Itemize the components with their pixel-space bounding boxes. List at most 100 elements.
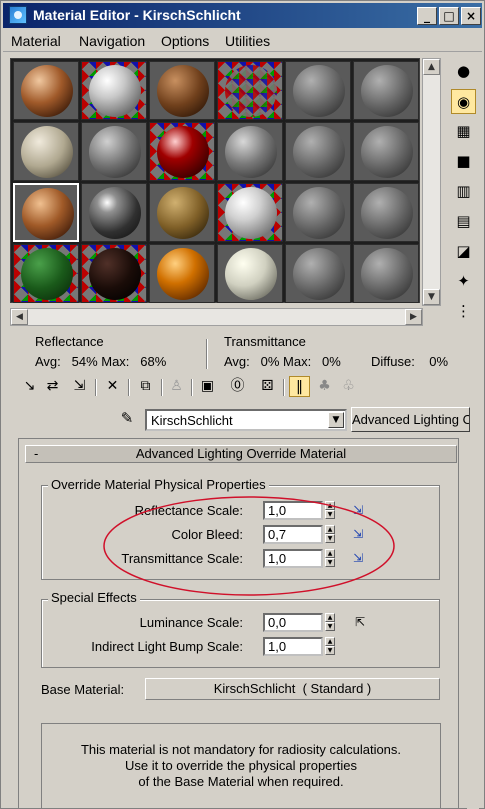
indirect-light-bump-spinner[interactable]: ▲ ▼ — [325, 637, 335, 656]
toolbar-separator — [128, 379, 130, 396]
go-to-parent-icon[interactable]: ♣ — [314, 376, 335, 397]
physical-properties-title: Override Material Physical Properties — [48, 477, 269, 492]
sample-slot[interactable] — [13, 122, 79, 181]
title-bar[interactable]: Material Editor - KirschSchlicht _ □ × — [3, 3, 482, 28]
luminance-scale-field[interactable]: 0,0 — [263, 613, 323, 632]
put-to-library-icon[interactable]: ▣ — [197, 376, 218, 397]
base-material-button[interactable]: KirschSchlicht ( Standard ) — [145, 678, 440, 700]
assign-to-selection-icon[interactable]: ⇲ — [69, 376, 90, 397]
material-editor-window: Material Editor - KirschSchlicht _ □ × M… — [0, 0, 485, 809]
maximize-button[interactable]: □ — [439, 7, 459, 25]
sample-slots-grid — [10, 58, 420, 303]
slots-vertical-scrollbar[interactable]: ▲ ▼ — [422, 58, 441, 306]
rollout-title: Advanced Lighting Override Material — [135, 446, 347, 461]
base-material-value: KirschSchlicht ( Standard ) — [213, 681, 372, 696]
scroll-right-icon[interactable]: ▶ — [405, 309, 422, 325]
material-id-icon[interactable]: ⓪ — [227, 376, 248, 397]
map-button-icon[interactable]: ⇱ — [350, 614, 370, 631]
sample-slot[interactable] — [13, 244, 79, 303]
info-text-line: of the Base Material when required. — [138, 774, 344, 789]
make-unique-icon[interactable]: ♙ — [166, 376, 187, 397]
sample-slot-selected[interactable] — [13, 183, 79, 242]
menu-options[interactable]: Options — [161, 33, 209, 49]
window-title: Material Editor - KirschSchlicht — [33, 7, 241, 23]
reset-icon[interactable]: ✕ — [102, 376, 123, 397]
make-copy-icon[interactable]: ⧉ — [135, 376, 156, 397]
material-name-value: KirschSchlicht — [151, 413, 233, 428]
get-material-icon[interactable]: ↘ — [19, 376, 40, 397]
toolbar-separator — [283, 379, 285, 396]
stats-divider — [206, 339, 208, 369]
sample-slot[interactable] — [81, 61, 147, 120]
menu-utilities[interactable]: Utilities — [225, 33, 270, 49]
toolbar-separator — [95, 379, 97, 396]
app-icon — [9, 6, 27, 24]
sample-slot[interactable] — [217, 244, 283, 303]
sample-slot[interactable] — [353, 122, 419, 181]
reflectance-label: Reflectance — [35, 334, 104, 349]
menu-bar: Material Navigation Options Utilities — [3, 30, 482, 52]
go-forward-to-sibling-icon[interactable]: ♧ — [338, 376, 359, 397]
toolbar-separator — [191, 379, 193, 396]
sample-slot[interactable] — [217, 61, 283, 120]
info-text-line: This material is not mandatory for radio… — [80, 742, 402, 757]
video-check-icon[interactable]: ▥ — [451, 179, 476, 204]
rollout-header[interactable]: - Advanced Lighting Override Material — [25, 445, 457, 463]
sample-slot[interactable] — [285, 122, 351, 181]
material-type-button[interactable]: Advanced Lighting Override — [351, 407, 470, 432]
sample-slot[interactable] — [285, 61, 351, 120]
tiling-icon[interactable]: ■ — [451, 149, 476, 174]
show-map-in-viewport-icon[interactable]: ⚄ — [257, 376, 278, 397]
select-by-material-icon[interactable]: ✦ — [451, 269, 476, 294]
scroll-down-icon[interactable]: ▼ — [423, 289, 440, 305]
menu-navigation[interactable]: Navigation — [79, 33, 145, 49]
close-button[interactable]: × — [461, 7, 481, 25]
pick-material-eyedropper-icon[interactable]: ✎ — [117, 409, 137, 429]
luminance-scale-spinner[interactable]: ▲ ▼ — [325, 613, 335, 632]
sample-slot[interactable] — [149, 244, 215, 303]
minimize-button[interactable]: _ — [417, 7, 437, 25]
indirect-light-bump-field[interactable]: 1,0 — [263, 637, 323, 656]
indirect-light-bump-label: Indirect Light Bump Scale: — [91, 639, 243, 654]
sample-slot[interactable] — [81, 244, 147, 303]
chevron-down-icon[interactable]: ▼ — [328, 412, 344, 428]
sample-slot[interactable] — [353, 183, 419, 242]
transmittance-label: Transmittance — [224, 334, 306, 349]
panel-scrollbar[interactable] — [467, 438, 479, 809]
base-material-label: Base Material: — [41, 682, 125, 697]
sample-slot[interactable] — [285, 183, 351, 242]
scroll-left-icon[interactable]: ◀ — [11, 309, 28, 325]
sample-slot[interactable] — [13, 61, 79, 120]
annotation-ellipse — [103, 496, 395, 596]
sample-slot[interactable] — [149, 122, 215, 181]
options-icon[interactable]: ◪ — [451, 239, 476, 264]
sample-slot[interactable] — [217, 122, 283, 181]
sample-slot[interactable] — [285, 244, 351, 303]
menu-material[interactable]: Material — [11, 33, 61, 49]
sample-slot[interactable] — [149, 183, 215, 242]
diffuse-stats: Diffuse: 0% — [371, 354, 449, 369]
sample-slot[interactable] — [81, 122, 147, 181]
scroll-up-icon[interactable]: ▲ — [423, 59, 440, 75]
background-icon[interactable]: ▦ — [451, 119, 476, 144]
slots-horizontal-scrollbar[interactable]: ◀ ▶ — [10, 308, 423, 326]
sample-slot[interactable] — [353, 61, 419, 120]
material-name-field[interactable]: KirschSchlicht ▼ — [145, 409, 347, 431]
reflectance-stats: Avg: 54% Max: 68% — [35, 354, 167, 369]
sample-type-icon[interactable]: ● — [451, 59, 476, 84]
make-preview-icon[interactable]: ▤ — [451, 209, 476, 234]
material-map-navigator-icon[interactable]: ⋮ — [451, 299, 476, 324]
luminance-scale-label: Luminance Scale: — [139, 615, 243, 630]
show-end-result-icon[interactable]: ‖ — [289, 376, 310, 397]
special-effects-group — [41, 599, 440, 668]
sample-slot[interactable] — [217, 183, 283, 242]
backlight-icon[interactable]: ◉ — [451, 89, 476, 114]
sample-slot[interactable] — [81, 183, 147, 242]
sample-slot[interactable] — [149, 61, 215, 120]
put-to-scene-icon[interactable]: ⇄ — [42, 376, 63, 397]
special-effects-title: Special Effects — [48, 590, 140, 605]
sample-slot[interactable] — [353, 244, 419, 303]
info-text-line: Use it to override the physical properti… — [125, 758, 357, 773]
material-type-label: Advanced Lighting Override — [352, 412, 469, 427]
transmittance-stats: Avg: 0% Max: 0% — [224, 354, 341, 369]
